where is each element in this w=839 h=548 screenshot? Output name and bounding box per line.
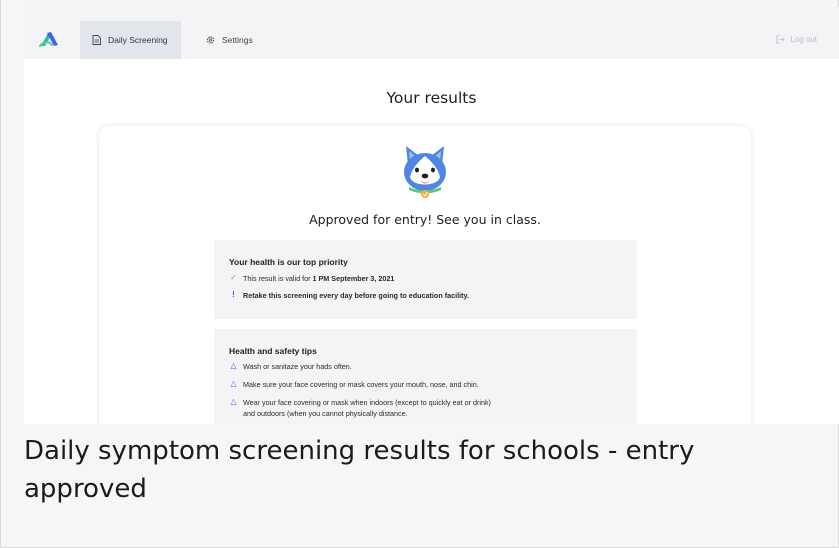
tip-text: Wash or sanitaze your hads often. bbox=[243, 362, 352, 371]
health-heading: Your health is our top priority bbox=[229, 257, 348, 267]
gear-icon bbox=[206, 36, 215, 44]
screenshot-caption: Daily symptom screening results for scho… bbox=[24, 436, 695, 504]
health-priority-panel: Your health is our top priority ✓ This r… bbox=[214, 240, 637, 319]
logout-icon bbox=[776, 35, 785, 44]
validity-time: 1 PM September 3, 2021 bbox=[312, 274, 395, 283]
warning-icon: △ bbox=[230, 361, 237, 370]
tip-item: △ Wash or sanitaze your hads often. bbox=[229, 361, 352, 372]
tip-item: △ Wear your face covering or mask when i… bbox=[229, 397, 491, 408]
logo-icon[interactable] bbox=[38, 29, 60, 49]
main-content: Your results Approved for entry! See you… bbox=[24, 59, 839, 424]
tip-text: Wear your face covering or mask when ind… bbox=[243, 398, 491, 407]
tip-text: and outdoors (when you cannot physically… bbox=[243, 409, 408, 418]
exclamation-icon: ! bbox=[232, 290, 235, 299]
results-card: Approved for entry! See you in class. Yo… bbox=[99, 126, 751, 424]
page-title: Your results bbox=[386, 89, 477, 107]
tab-label: Daily Screening bbox=[108, 35, 168, 45]
tips-heading: Health and safety tips bbox=[229, 346, 317, 356]
app-window: Daily Screening Settings Log out Your re… bbox=[24, 7, 839, 424]
validity-text: This result is valid for 1 PM September … bbox=[243, 274, 394, 283]
health-tips-panel: Health and safety tips △ Wash or sanitaz… bbox=[214, 329, 637, 424]
top-navbar: Daily Screening Settings Log out bbox=[24, 21, 839, 59]
validity-row: ✓ This result is valid for 1 PM Septembe… bbox=[229, 273, 394, 284]
approval-status: Approved for entry! See you in class. bbox=[309, 212, 541, 227]
logout-label: Log out bbox=[790, 35, 817, 44]
document-icon bbox=[92, 35, 101, 45]
tip-text: Make sure your face covering or mask cov… bbox=[243, 380, 479, 389]
tab-daily-screening[interactable]: Daily Screening bbox=[80, 21, 181, 59]
checkmark-icon: ✓ bbox=[230, 273, 237, 282]
tip-item-continued: and outdoors (when you cannot physically… bbox=[243, 409, 408, 418]
tip-item: △ Make sure your face covering or mask c… bbox=[229, 379, 479, 390]
tab-settings[interactable]: Settings bbox=[196, 21, 276, 59]
retake-row: ! Retake this screening every day before… bbox=[229, 290, 469, 301]
validity-prefix: This result is valid for bbox=[243, 274, 313, 283]
warning-icon: △ bbox=[230, 397, 237, 406]
logout-link[interactable]: Log out bbox=[776, 35, 817, 44]
husky-dog-icon bbox=[404, 146, 446, 198]
retake-text: Retake this screening every day before g… bbox=[243, 291, 469, 300]
tab-label: Settings bbox=[222, 35, 253, 45]
warning-icon: △ bbox=[230, 379, 237, 388]
